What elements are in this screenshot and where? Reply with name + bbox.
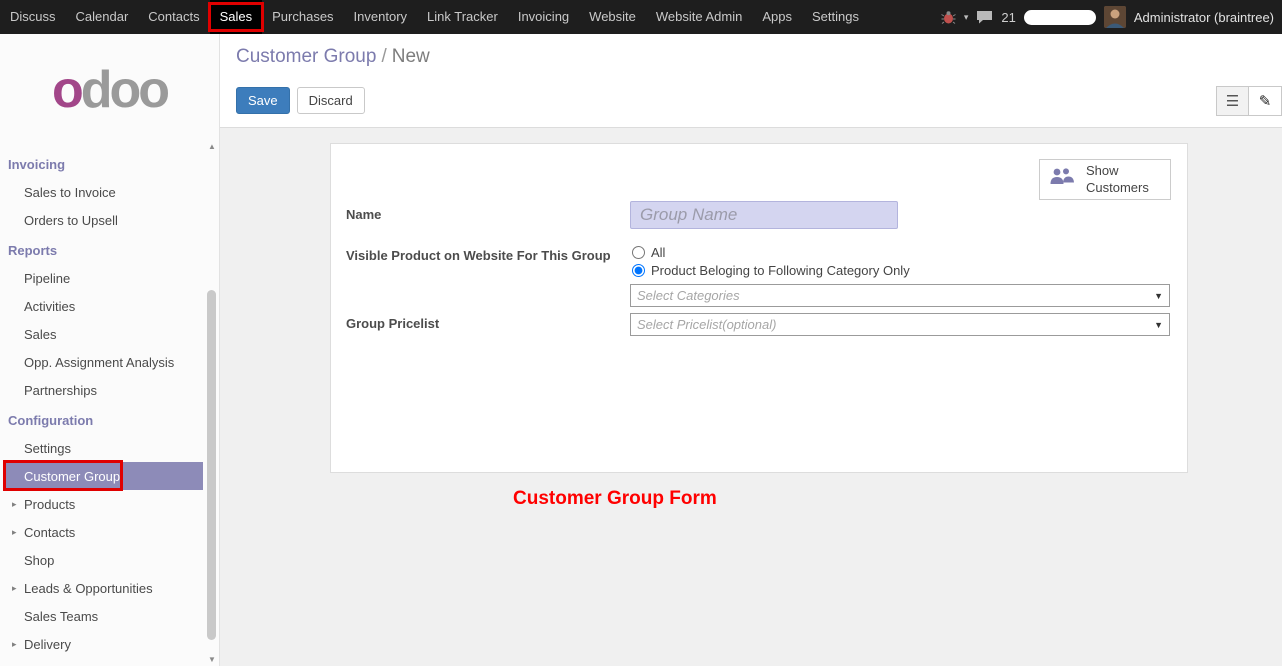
- customer-group-form-card: Show Customers Name Visible Product on W…: [330, 143, 1188, 473]
- pricelist-select[interactable]: Select Pricelist(optional) ▼: [630, 313, 1170, 336]
- list-view-button[interactable]: ☰: [1216, 86, 1249, 116]
- caret-right-icon: ▸: [12, 639, 24, 650]
- sidebar-item-products[interactable]: ▸ Products: [6, 490, 203, 518]
- save-button[interactable]: Save: [236, 87, 290, 114]
- breadcrumb: Customer Group/ New: [236, 46, 430, 68]
- menu-item-sales[interactable]: Sales: [210, 0, 263, 34]
- group-pricelist-field-label: Group Pricelist: [346, 316, 439, 331]
- menu-item-invoicing[interactable]: Invoicing: [508, 0, 579, 34]
- odoo-logo-rest: doo: [81, 60, 167, 120]
- sidebar-item-contacts[interactable]: ▸ Contacts: [6, 518, 203, 546]
- scroll-down-icon[interactable]: ▼: [205, 655, 219, 664]
- sidebar-item-settings[interactable]: Settings: [6, 434, 203, 462]
- sidebar-section-invoicing: Invoicing: [0, 148, 203, 178]
- annotation-caption: Customer Group Form: [513, 488, 717, 510]
- messages-icon[interactable]: [976, 10, 993, 24]
- topbar-right: ▾ 21 Administrator (braintree): [941, 6, 1282, 28]
- odoo-logo-accent-letter: o: [52, 60, 81, 120]
- menu-item-apps[interactable]: Apps: [752, 0, 802, 34]
- sidebar-section-reports: Reports: [0, 234, 203, 264]
- screen: Discuss Calendar Contacts Sales Purchase…: [0, 0, 1282, 666]
- caret-right-icon: ▸: [12, 583, 24, 594]
- messages-count[interactable]: 21: [1001, 10, 1015, 25]
- form-area: Show Customers Name Visible Product on W…: [220, 128, 1282, 666]
- sidebar-item-shop[interactable]: Shop: [6, 546, 203, 574]
- menu-item-sales-label: Sales: [220, 9, 253, 24]
- sidebar-nav: Invoicing Sales to Invoice Orders to Ups…: [0, 148, 203, 658]
- sidebar-item-sales[interactable]: Sales: [6, 320, 203, 348]
- sidebar-item-customer-group[interactable]: Customer Group: [6, 462, 203, 490]
- categories-select[interactable]: Select Categories ▼: [630, 284, 1170, 307]
- sidebar: odoo Invoicing Sales to Invoice Orders t…: [0, 34, 220, 666]
- select-caret-icon: ▼: [1154, 291, 1163, 301]
- radio-all-label: All: [651, 245, 665, 260]
- sidebar-item-activities[interactable]: Activities: [6, 292, 203, 320]
- pricelist-select-placeholder: Select Pricelist(optional): [637, 317, 776, 332]
- topbar: Discuss Calendar Contacts Sales Purchase…: [0, 0, 1282, 34]
- menu-item-link-tracker[interactable]: Link Tracker: [417, 0, 508, 34]
- name-field-label: Name: [346, 207, 381, 222]
- sidebar-item-pipeline[interactable]: Pipeline: [6, 264, 203, 292]
- sidebar-item-leads-opportunities[interactable]: ▸ Leads & Opportunities: [6, 574, 203, 602]
- sidebar-item-delivery-label: Delivery: [24, 637, 71, 652]
- caret-right-icon: ▸: [12, 499, 24, 510]
- list-view-icon: ☰: [1226, 92, 1239, 110]
- caret-right-icon: ▸: [12, 527, 24, 538]
- sidebar-section-configuration: Configuration: [0, 404, 203, 434]
- sidebar-scrollbar: ▲ ▼: [205, 142, 219, 666]
- odoo-logo: odoo: [0, 34, 219, 146]
- breadcrumb-current: New: [392, 46, 430, 67]
- bug-icon[interactable]: [941, 11, 956, 24]
- radio-option-category[interactable]: Product Beloging to Following Category O…: [632, 263, 910, 278]
- sidebar-item-orders-to-upsell[interactable]: Orders to Upsell: [6, 206, 203, 234]
- menu-item-settings[interactable]: Settings: [802, 0, 869, 34]
- control-panel: Customer Group/ New Save Discard ☰ ✎: [220, 34, 1282, 128]
- sidebar-item-contacts-label: Contacts: [24, 525, 75, 540]
- sidebar-item-products-label: Products: [24, 497, 75, 512]
- menu-item-purchases[interactable]: Purchases: [262, 0, 343, 34]
- scrollbar-thumb[interactable]: [207, 290, 216, 640]
- radio-option-all[interactable]: All: [632, 245, 665, 260]
- form-view-button[interactable]: ✎: [1249, 86, 1282, 116]
- menu-item-website[interactable]: Website: [579, 0, 646, 34]
- sidebar-item-partnerships[interactable]: Partnerships: [6, 376, 203, 404]
- menu-item-inventory[interactable]: Inventory: [344, 0, 417, 34]
- caret-down-icon[interactable]: ▾: [964, 12, 969, 23]
- menu-item-discuss[interactable]: Discuss: [0, 0, 66, 34]
- scroll-up-icon[interactable]: ▲: [205, 142, 219, 151]
- view-switcher: ☰ ✎: [1216, 86, 1282, 116]
- sidebar-item-sales-teams[interactable]: Sales Teams: [6, 602, 203, 630]
- visible-product-field-label: Visible Product on Website For This Grou…: [346, 248, 611, 263]
- user-name[interactable]: Administrator (braintree): [1134, 10, 1274, 25]
- top-menu: Discuss Calendar Contacts Sales Purchase…: [0, 0, 869, 34]
- sidebar-item-leads-opportunities-label: Leads & Opportunities: [24, 581, 153, 596]
- select-caret-icon: ▼: [1154, 320, 1163, 330]
- main-content: Customer Group/ New Save Discard ☰ ✎ Show…: [220, 34, 1282, 666]
- discard-button[interactable]: Discard: [297, 87, 365, 114]
- breadcrumb-parent-link[interactable]: Customer Group: [236, 46, 376, 67]
- categories-select-placeholder: Select Categories: [637, 288, 740, 303]
- menu-item-website-admin[interactable]: Website Admin: [646, 0, 752, 34]
- status-pill: [1024, 10, 1096, 25]
- show-customers-button[interactable]: Show Customers: [1039, 159, 1171, 200]
- sidebar-item-opp-assignment-analysis[interactable]: Opp. Assignment Analysis: [6, 348, 203, 376]
- sidebar-item-sales-to-invoice[interactable]: Sales to Invoice: [6, 178, 203, 206]
- sidebar-item-customer-group-label: Customer Group: [24, 469, 120, 484]
- sidebar-item-delivery[interactable]: ▸ Delivery: [6, 630, 203, 658]
- radio-category-label: Product Beloging to Following Category O…: [651, 263, 910, 278]
- breadcrumb-separator: /: [381, 46, 386, 67]
- action-buttons: Save Discard: [236, 87, 365, 114]
- edit-form-icon: ✎: [1259, 92, 1272, 110]
- show-customers-label: Show Customers: [1086, 163, 1152, 196]
- radio-category-input[interactable]: [632, 264, 645, 277]
- customers-group-icon: [1049, 167, 1077, 192]
- menu-item-calendar[interactable]: Calendar: [66, 0, 139, 34]
- radio-all-input[interactable]: [632, 246, 645, 259]
- group-name-input[interactable]: [630, 201, 898, 229]
- avatar[interactable]: [1104, 6, 1126, 28]
- menu-item-contacts[interactable]: Contacts: [138, 0, 209, 34]
